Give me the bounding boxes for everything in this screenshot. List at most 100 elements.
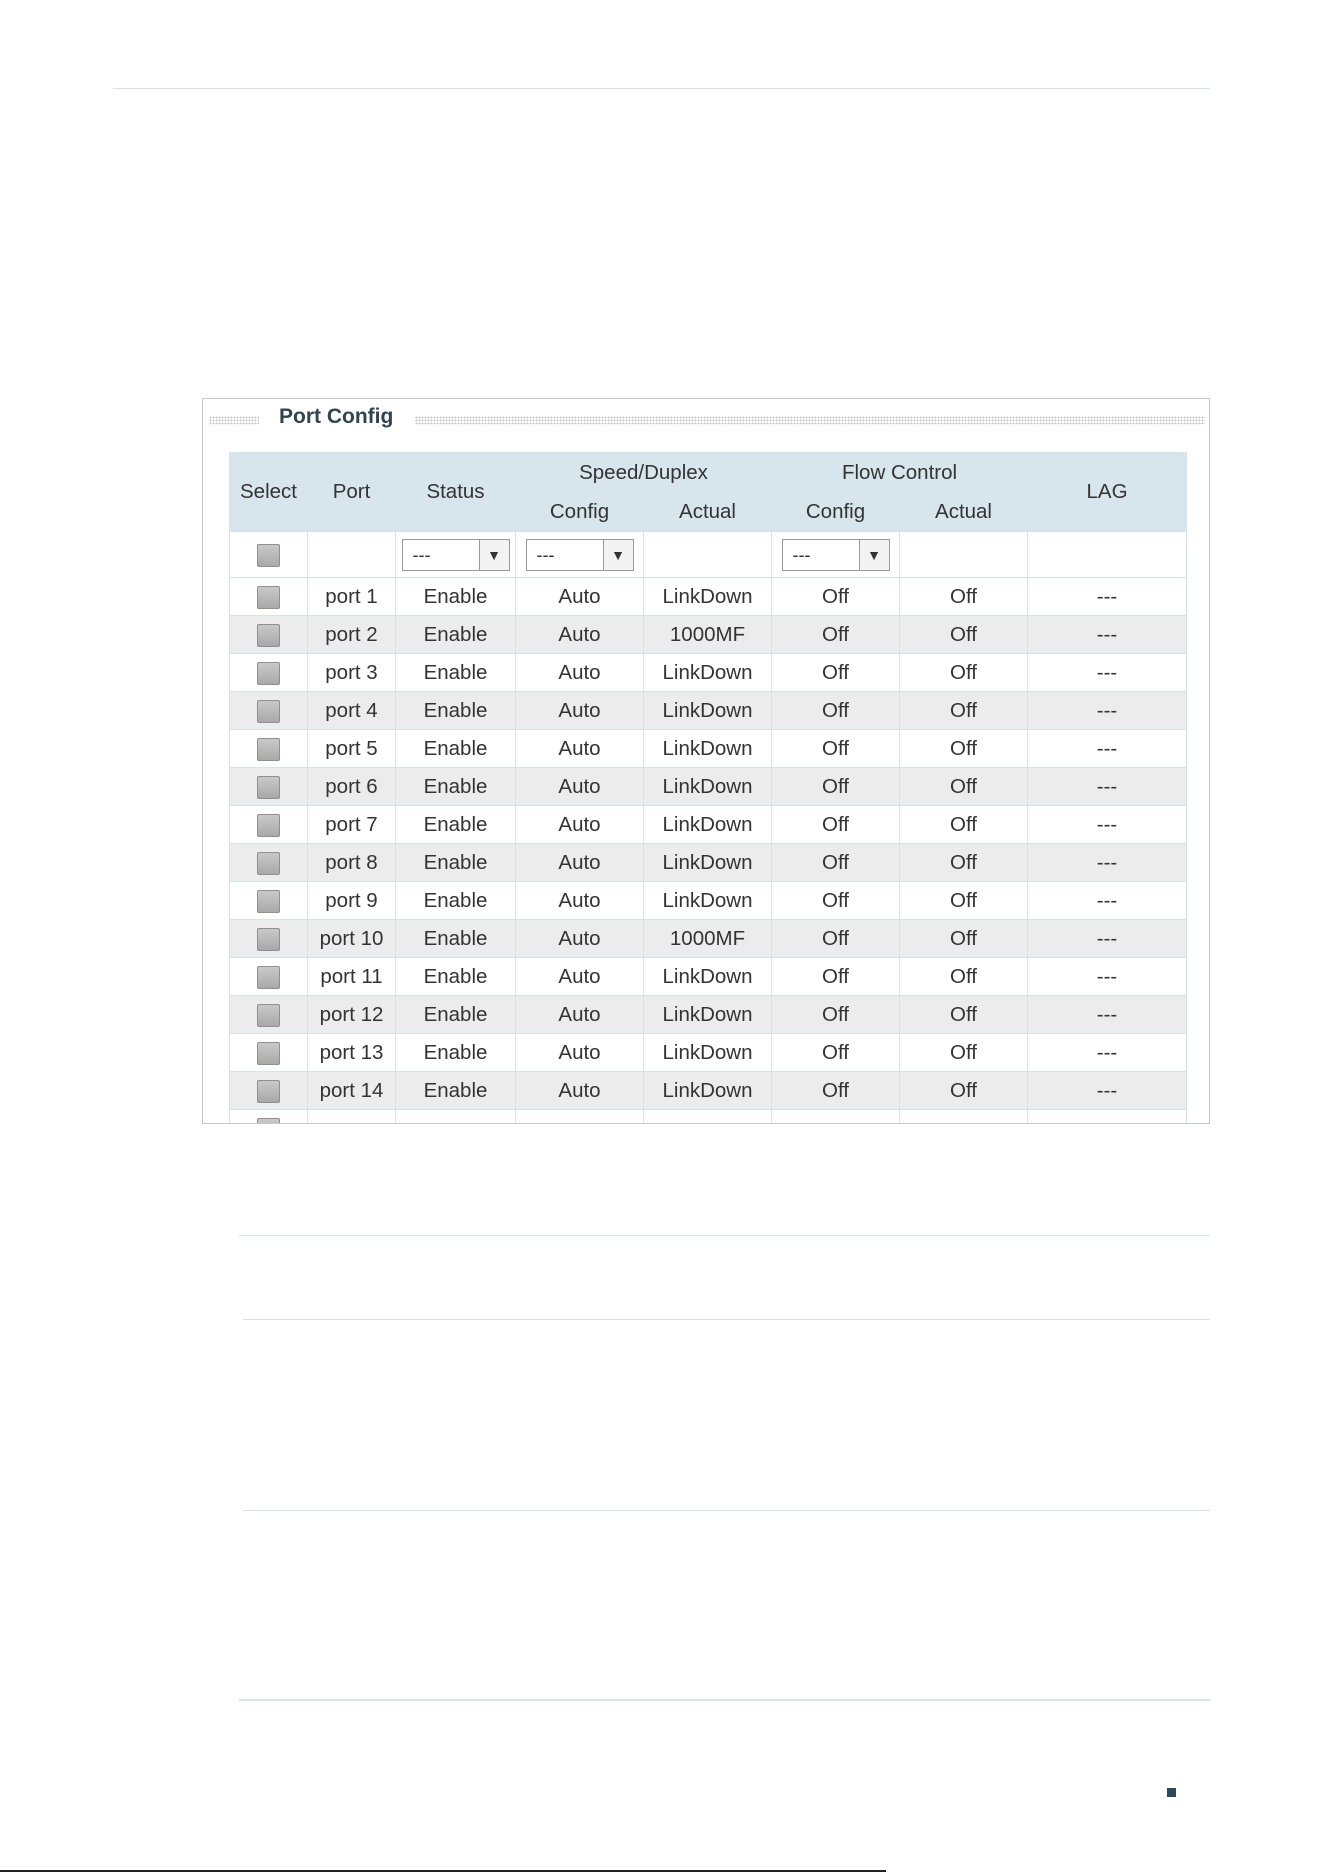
table-row: port 12 Enable Auto LinkDown Off Off ---: [229, 995, 1188, 1034]
select-cell: [229, 577, 308, 616]
status-cell: Enable: [395, 805, 516, 844]
select-cell: [229, 615, 308, 654]
filter-status-cell: --- ▼: [395, 531, 516, 578]
status-cell: Enable: [395, 881, 516, 920]
flow-config-select-value: ---: [792, 544, 811, 565]
port-cell: port 8: [307, 843, 396, 882]
speed-actual-cell: LinkDown: [642, 653, 773, 692]
table-row: port 3 Enable Auto LinkDown Off Off ---: [229, 653, 1188, 692]
status-select-value: ---: [412, 544, 431, 565]
row-checkbox[interactable]: [257, 965, 280, 989]
port-cell: port 13: [307, 1033, 396, 1072]
header-rule: [113, 88, 1210, 89]
row-checkbox[interactable]: [257, 1079, 280, 1103]
speed-actual-cell: LinkDown: [642, 805, 773, 844]
filter-flow-config-cell: --- ▼: [771, 531, 901, 578]
speed-config-cell: Auto: [515, 919, 644, 958]
select-cell: [229, 919, 308, 958]
flow-config-cell: Off: [771, 615, 901, 654]
lag-cell: ---: [1027, 1033, 1188, 1072]
header-flow-actual: Actual: [899, 492, 1029, 532]
speed-actual-cell: LinkDown: [642, 1071, 773, 1110]
empty-cell: [515, 1109, 644, 1123]
lag-cell: ---: [1027, 995, 1188, 1034]
filter-speed-config-cell: --- ▼: [515, 531, 644, 578]
port-rows: port 1 Enable Auto LinkDown Off Off --- port 2E…: [229, 577, 1188, 1123]
speed-config-cell: Auto: [515, 1071, 644, 1110]
flow-config-cell: Off: [771, 1033, 901, 1072]
select-cell: [229, 957, 308, 996]
row-checkbox[interactable]: [257, 623, 280, 647]
select-cell: [229, 1071, 308, 1110]
flow-config-cell: Off: [771, 995, 901, 1034]
section-rule-4: [239, 1699, 1210, 1701]
status-cell: Enable: [395, 919, 516, 958]
select-all-checkbox[interactable]: [257, 543, 280, 567]
flow-config-cell: Off: [771, 653, 901, 692]
row-checkbox[interactable]: [257, 889, 280, 913]
lag-cell: ---: [1027, 615, 1188, 654]
select-cell: [229, 1033, 308, 1072]
speed-actual-cell: LinkDown: [642, 995, 773, 1034]
row-checkbox[interactable]: [257, 661, 280, 685]
footer-square-icon: [1167, 1788, 1176, 1797]
port-config-table: Select Port Status Speed/Duplex Flow Con…: [229, 452, 1188, 1123]
flow-config-cell: Off: [771, 919, 901, 958]
status-select[interactable]: --- ▼: [401, 538, 510, 571]
select-cell: [229, 653, 308, 692]
row-checkbox[interactable]: [257, 1003, 280, 1027]
flow-config-cell: Off: [771, 843, 901, 882]
speed-config-cell: Auto: [515, 691, 644, 730]
select-cell: [229, 805, 308, 844]
lag-cell: ---: [1027, 653, 1188, 692]
port-table-wrapper: Select Port Status Speed/Duplex Flow Con…: [229, 452, 1188, 1123]
row-checkbox[interactable]: [257, 813, 280, 837]
header-speed-duplex: Speed/Duplex: [514, 452, 773, 493]
row-checkbox[interactable]: [257, 851, 280, 875]
filter-port-cell: [307, 531, 396, 578]
flow-actual-cell: Off: [899, 805, 1029, 844]
row-checkbox[interactable]: [257, 699, 280, 723]
filter-lag-cell: [1027, 531, 1188, 578]
header-port: Port: [307, 452, 396, 532]
flow-actual-cell: Off: [899, 1033, 1029, 1072]
chevron-down-icon: ▼: [858, 539, 889, 570]
speed-actual-cell: 1000MF: [642, 919, 773, 958]
row-checkbox[interactable]: [257, 1117, 280, 1123]
lag-cell: ---: [1027, 881, 1188, 920]
flow-config-cell: Off: [771, 577, 901, 616]
row-checkbox[interactable]: [257, 585, 280, 609]
row-checkbox[interactable]: [257, 927, 280, 951]
header-flow-config: Config: [771, 492, 901, 532]
table-row: port 10 Enable Auto 1000MF Off Off ---: [229, 919, 1188, 958]
empty-cell: [1027, 1109, 1188, 1123]
speed-config-select[interactable]: --- ▼: [525, 538, 634, 571]
table-row: port 11 Enable Auto LinkDown Off Off ---: [229, 957, 1188, 996]
speed-actual-cell: LinkDown: [642, 577, 773, 616]
speed-actual-cell: 1000MF: [642, 615, 773, 654]
lag-cell: ---: [1027, 843, 1188, 882]
lag-cell: ---: [1027, 577, 1188, 616]
speed-actual-cell: LinkDown: [642, 729, 773, 768]
lag-cell: ---: [1027, 767, 1188, 806]
flow-actual-cell: Off: [899, 1071, 1029, 1110]
flow-config-select[interactable]: --- ▼: [781, 538, 890, 571]
status-cell: Enable: [395, 615, 516, 654]
speed-config-cell: Auto: [515, 805, 644, 844]
table-row: port 2 Enable Auto 1000MF Off Off ---: [229, 615, 1188, 654]
row-checkbox[interactable]: [257, 775, 280, 799]
header-speed-config: Config: [515, 492, 644, 532]
empty-cell: [642, 1109, 773, 1123]
speed-config-cell: Auto: [515, 767, 644, 806]
select-cell: [229, 995, 308, 1034]
status-cell: Enable: [395, 729, 516, 768]
flow-config-cell: Off: [771, 957, 901, 996]
status-cell: Enable: [395, 691, 516, 730]
port-config-panel: Port Config Select Port Status Speed/Dup…: [202, 398, 1210, 1124]
empty-cell: [899, 1109, 1029, 1123]
row-checkbox[interactable]: [257, 1041, 280, 1065]
flow-actual-cell: Off: [899, 615, 1029, 654]
port-cell: port 5: [307, 729, 396, 768]
row-checkbox[interactable]: [257, 737, 280, 761]
filter-speed-actual-cell: [642, 531, 773, 578]
